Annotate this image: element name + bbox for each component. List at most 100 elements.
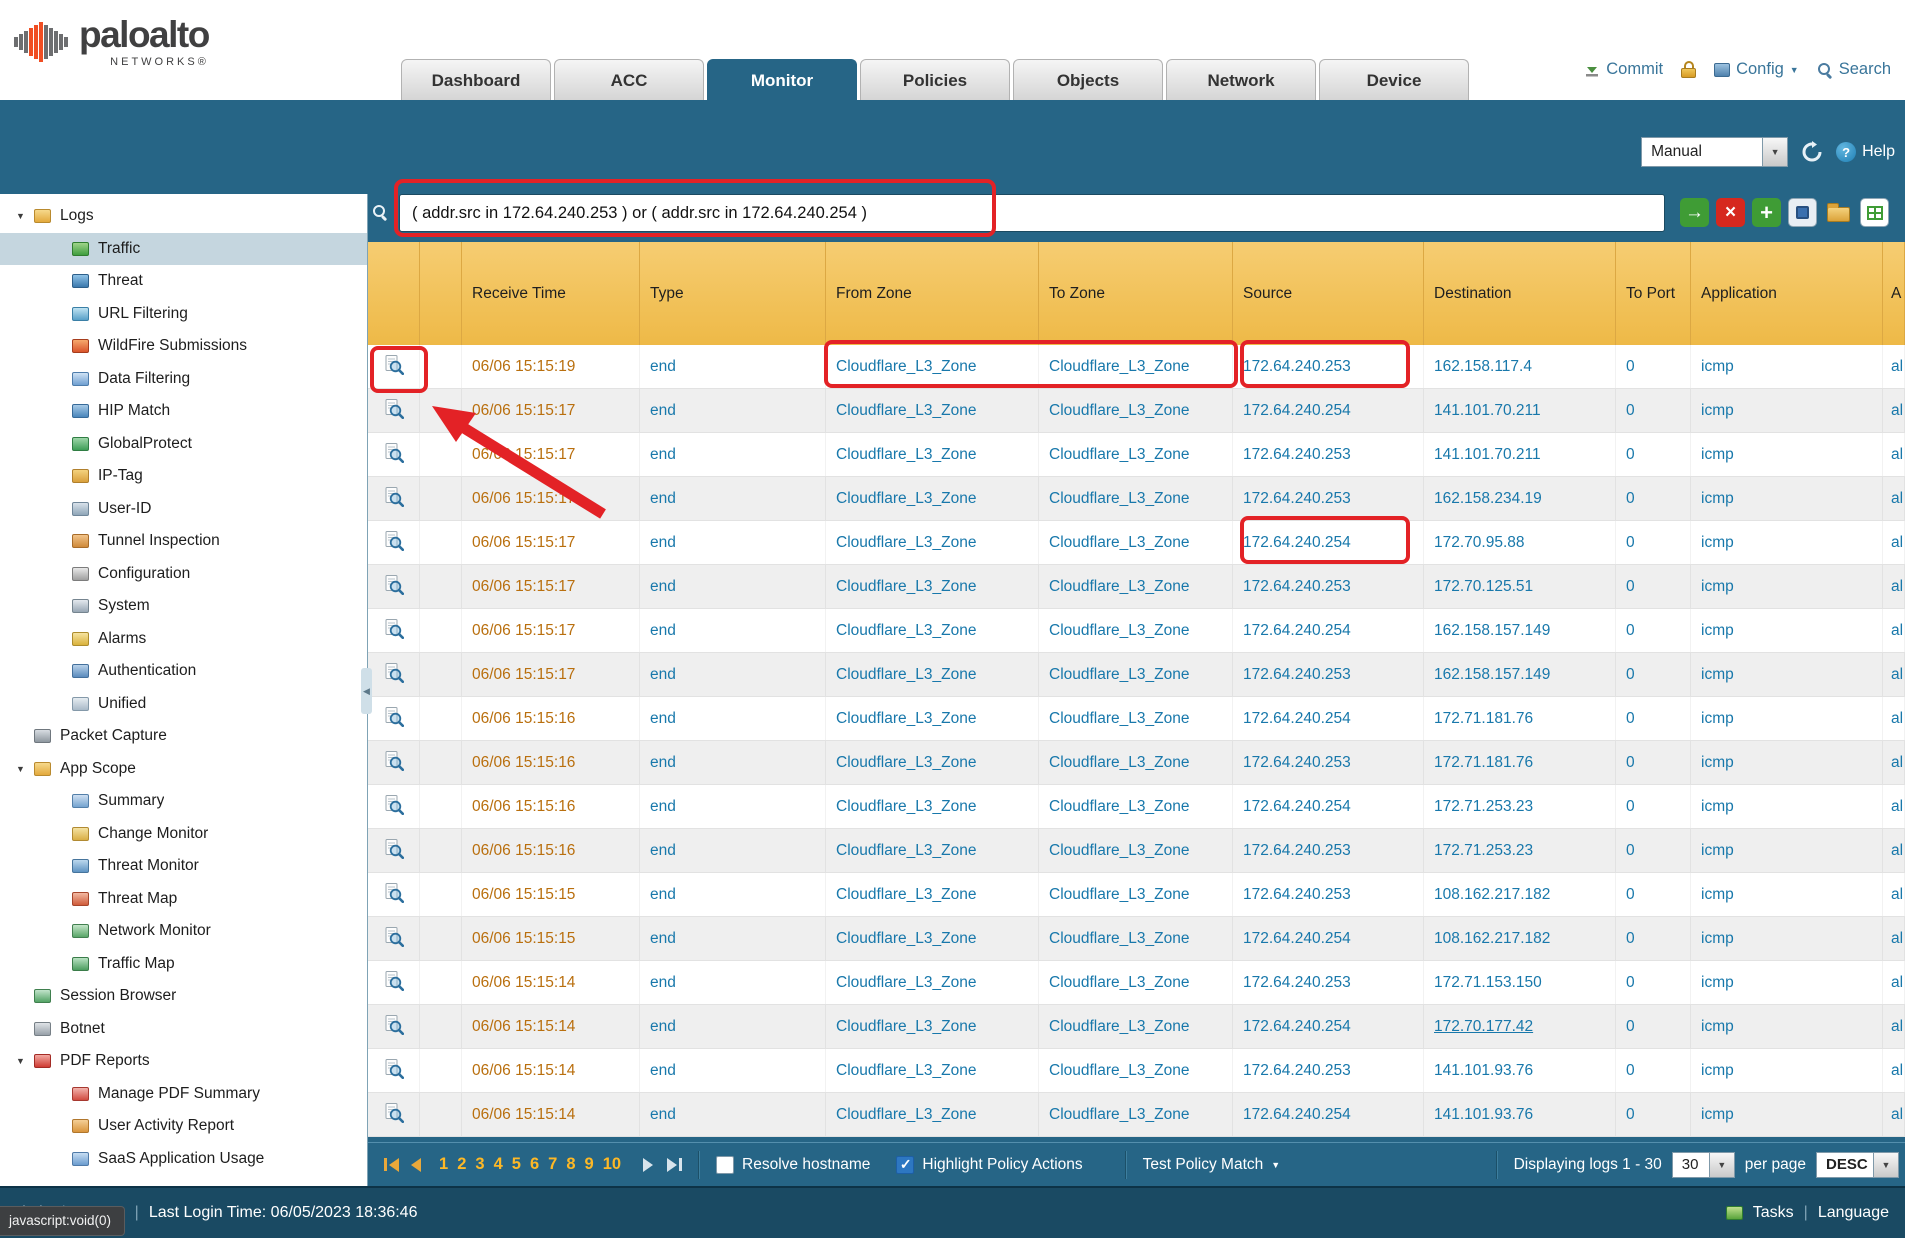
sidebar-item-ip-tag[interactable]: IP-Tag [0,460,367,493]
destination-cell[interactable]: 172.71.253.23 [1424,829,1616,872]
application-cell[interactable]: icmp [1691,565,1883,608]
from-zone-cell[interactable]: Cloudflare_L3_Zone [826,565,1039,608]
to-zone-cell[interactable]: Cloudflare_L3_Zone [1039,1049,1233,1092]
sidebar-item-alarms[interactable]: Alarms [0,623,367,656]
action-cell[interactable]: al [1883,873,1905,916]
action-cell[interactable]: al [1883,697,1905,740]
source-cell[interactable]: 172.64.240.253 [1233,345,1424,388]
table-row[interactable]: 06/06 15:15:17 end Cloudflare_L3_Zone Cl… [368,477,1905,521]
sidebar-item-tunnel-inspection[interactable]: Tunnel Inspection [0,525,367,558]
log-detail-icon[interactable] [383,486,404,512]
from-zone-cell[interactable]: Cloudflare_L3_Zone [826,433,1039,476]
to-port-cell[interactable]: 0 [1616,917,1691,960]
log-detail-icon[interactable] [383,970,404,996]
sidebar-item-traffic[interactable]: Traffic [0,233,367,266]
type-cell[interactable]: end [640,917,826,960]
sidebar-item-session-browser[interactable]: Session Browser [0,980,367,1013]
to-port-cell[interactable]: 0 [1616,565,1691,608]
application-cell[interactable]: icmp [1691,697,1883,740]
source-cell[interactable]: 172.64.240.253 [1233,829,1424,872]
from-zone-cell[interactable]: Cloudflare_L3_Zone [826,521,1039,564]
application-cell[interactable]: icmp [1691,653,1883,696]
log-detail-icon[interactable] [383,794,404,820]
source-cell[interactable]: 172.64.240.253 [1233,1049,1424,1092]
destination-cell[interactable]: 172.71.253.23 [1424,785,1616,828]
log-detail-icon[interactable] [383,706,404,732]
table-row[interactable]: 06/06 15:15:15 end Cloudflare_L3_Zone Cl… [368,917,1905,961]
page-number-10[interactable]: 10 [603,1155,621,1174]
from-zone-cell[interactable]: Cloudflare_L3_Zone [826,1093,1039,1136]
tab-device[interactable]: Device [1319,59,1469,100]
table-row[interactable]: 06/06 15:15:14 end Cloudflare_L3_Zone Cl… [368,1049,1905,1093]
receive-time-cell[interactable]: 06/06 15:15:15 [462,873,640,916]
log-detail-icon[interactable] [383,838,404,864]
receive-time-cell[interactable]: 06/06 15:15:16 [462,741,640,784]
sidebar-item-pdf-reports[interactable]: ▼PDF Reports [0,1045,367,1078]
source-cell[interactable]: 172.64.240.254 [1233,389,1424,432]
page-number-8[interactable]: 8 [566,1155,575,1174]
receive-time-cell[interactable]: 06/06 15:15:17 [462,609,640,652]
application-cell[interactable]: icmp [1691,829,1883,872]
source-cell[interactable]: 172.64.240.254 [1233,697,1424,740]
to-zone-cell[interactable]: Cloudflare_L3_Zone [1039,609,1233,652]
application-cell[interactable]: icmp [1691,433,1883,476]
sidebar-item-threat-map[interactable]: Threat Map [0,883,367,916]
log-detail-icon[interactable] [383,1102,404,1128]
column-header-from-zone[interactable]: From Zone [826,242,1039,345]
from-zone-cell[interactable]: Cloudflare_L3_Zone [826,785,1039,828]
log-detail-icon[interactable] [383,882,404,908]
sort-order-select[interactable]: DESC ▼ [1816,1152,1899,1178]
table-row[interactable]: 06/06 15:15:17 end Cloudflare_L3_Zone Cl… [368,653,1905,697]
action-cell[interactable]: al [1883,1049,1905,1092]
sidebar-item-saas-application-usage[interactable]: SaaS Application Usage [0,1143,367,1176]
sidebar-item-globalprotect[interactable]: GlobalProtect [0,428,367,461]
action-cell[interactable]: al [1883,433,1905,476]
source-cell[interactable]: 172.64.240.254 [1233,1005,1424,1048]
destination-cell[interactable]: 172.70.95.88 [1424,521,1616,564]
action-cell[interactable]: al [1883,961,1905,1004]
tab-policies[interactable]: Policies [860,59,1010,100]
action-cell[interactable]: al [1883,829,1905,872]
load-filter-icon[interactable] [1824,198,1853,227]
sidebar-item-change-monitor[interactable]: Change Monitor [0,818,367,851]
action-cell[interactable]: al [1883,1005,1905,1048]
action-cell[interactable]: al [1883,653,1905,696]
destination-cell[interactable]: 141.101.70.211 [1424,433,1616,476]
source-cell[interactable]: 172.64.240.254 [1233,521,1424,564]
destination-cell[interactable]: 141.101.93.76 [1424,1049,1616,1092]
receive-time-cell[interactable]: 06/06 15:15:14 [462,1005,640,1048]
last-page-button[interactable] [667,1158,682,1172]
to-port-cell[interactable]: 0 [1616,829,1691,872]
export-logs-icon[interactable] [1860,198,1889,227]
action-cell[interactable]: al [1883,521,1905,564]
to-zone-cell[interactable]: Cloudflare_L3_Zone [1039,477,1233,520]
page-number-7[interactable]: 7 [548,1155,557,1174]
page-number-1[interactable]: 1 [439,1155,448,1174]
destination-cell[interactable]: 162.158.157.149 [1424,653,1616,696]
to-port-cell[interactable]: 0 [1616,521,1691,564]
receive-time-cell[interactable]: 06/06 15:15:17 [462,389,640,432]
application-cell[interactable]: icmp [1691,741,1883,784]
log-detail-icon[interactable] [383,354,404,380]
destination-cell[interactable]: 172.70.125.51 [1424,565,1616,608]
sidebar-item-threat[interactable]: Threat [0,265,367,298]
source-cell[interactable]: 172.64.240.253 [1233,653,1424,696]
type-cell[interactable]: end [640,433,826,476]
source-cell[interactable]: 172.64.240.254 [1233,917,1424,960]
to-zone-cell[interactable]: Cloudflare_L3_Zone [1039,961,1233,1004]
to-zone-cell[interactable]: Cloudflare_L3_Zone [1039,917,1233,960]
type-cell[interactable]: end [640,829,826,872]
type-cell[interactable]: end [640,565,826,608]
application-cell[interactable]: icmp [1691,1005,1883,1048]
source-cell[interactable]: 172.64.240.254 [1233,1093,1424,1136]
type-cell[interactable]: end [640,345,826,388]
source-cell[interactable]: 172.64.240.254 [1233,609,1424,652]
type-cell[interactable]: end [640,653,826,696]
source-cell[interactable]: 172.64.240.253 [1233,961,1424,1004]
to-zone-cell[interactable]: Cloudflare_L3_Zone [1039,565,1233,608]
page-number-4[interactable]: 4 [494,1155,503,1174]
column-header-type[interactable]: Type [640,242,826,345]
receive-time-cell[interactable]: 06/06 15:15:17 [462,653,640,696]
receive-time-cell[interactable]: 06/06 15:15:14 [462,961,640,1004]
expander-icon[interactable]: ▼ [16,211,34,221]
